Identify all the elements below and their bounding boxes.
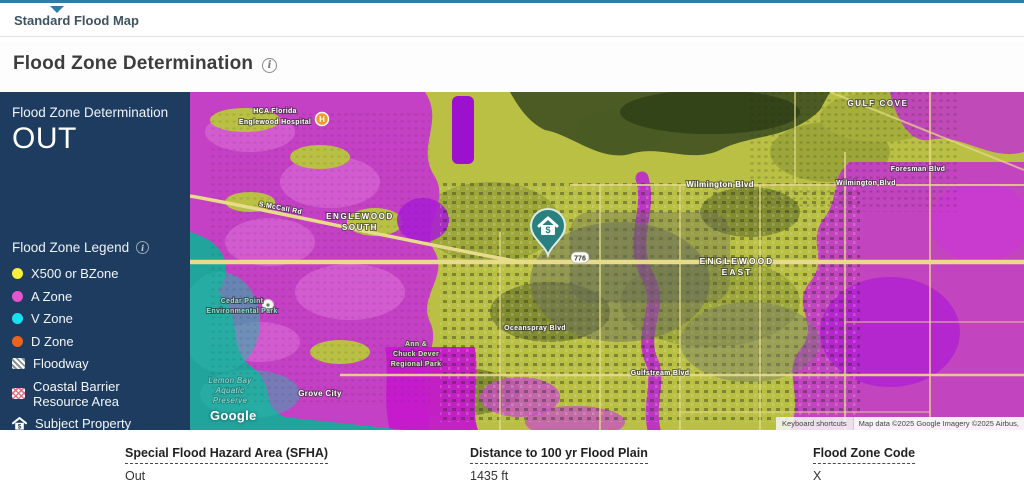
legend-item-label: V Zone (31, 311, 73, 326)
legend-item-x500: X500 or BZone (12, 266, 178, 281)
map-label: Englewood Hospital (239, 119, 311, 126)
map-data-attribution: Map data ©2025 Google Imagery ©2025 Airb… (853, 417, 1024, 430)
field-value: Out (125, 469, 146, 483)
d-zone-swatch (12, 335, 23, 347)
header-info-icon[interactable]: i (262, 58, 277, 73)
a-zone-swatch (12, 290, 23, 302)
map-label: Ann & (405, 341, 427, 348)
svg-text:$: $ (18, 423, 22, 430)
legend-item-v-zone: V Zone (12, 311, 178, 326)
legend-item-d-zone: D Zone (12, 334, 178, 349)
field-label[interactable]: Distance to 100 yr Flood Plain (470, 446, 648, 464)
legend-item-label: A Zone (31, 288, 73, 304)
map-label: Aquatic (215, 386, 245, 395)
keyboard-shortcuts-link[interactable]: Keyboard shortcuts (776, 417, 854, 430)
page-title: Flood Zone Determination (13, 53, 254, 74)
flood-map-canvas[interactable]: 776 H $ HCA Florida Englewood Hospital E… (190, 92, 1024, 430)
legend-item-label: Floodway (33, 356, 89, 371)
map-label: ENGLEWOOD (700, 256, 775, 266)
svg-text:776: 776 (574, 256, 586, 263)
route-shield-776: 776 (570, 251, 590, 264)
legend-item-label: Subject Property (35, 416, 132, 431)
legend-item-label: Coastal Barrier Resource Area (33, 378, 120, 409)
legend-item-label: X500 or BZone (31, 266, 119, 281)
hospital-marker-icon: H (314, 111, 330, 127)
map-art: 776 H $ HCA Florida Englewood Hospital E… (190, 92, 1024, 430)
summary-fields: Special Flood Hazard Area (SFHA) Out Dis… (0, 430, 1024, 497)
map-label: GULF COVE (847, 99, 908, 108)
map-label: HCA Florida (253, 108, 297, 115)
map-label: Gulfstream Blvd (631, 370, 690, 377)
svg-text:H: H (319, 115, 325, 124)
field-sfha: Special Flood Hazard Area (SFHA) Out (125, 444, 329, 483)
tab-bar: Standard Flood Map (0, 0, 1024, 37)
map-label: Oceanspray Blvd (504, 325, 566, 332)
determination-title: Flood Zone Determination (12, 105, 169, 120)
determination-panel: Flood Zone Determination OUT Flood Zone … (0, 92, 190, 431)
section-header: Flood Zone Determination i (0, 41, 1024, 92)
legend-item-subject-property: $ Subject Property (12, 416, 178, 431)
floodway-hatch-swatch (12, 358, 25, 369)
map-attribution: Keyboard shortcuts Map data ©2025 Google… (776, 417, 1024, 430)
flood-map-page: Standard Flood Map Flood Zone Determinat… (0, 0, 1024, 497)
map-label: Foresman Blvd (891, 166, 945, 173)
map-label: SOUTH (342, 223, 378, 232)
field-label[interactable]: Flood Zone Code (813, 446, 916, 464)
map-label: Preserve (213, 396, 248, 405)
map-label: Lemon Bay (208, 376, 252, 385)
field-value: X (813, 469, 822, 483)
svg-text:$: $ (545, 225, 550, 235)
map-label: Wilmington Blvd (686, 180, 754, 189)
x500-zone-swatch (12, 268, 23, 279)
map-label: Environmental Park (206, 308, 277, 315)
tab-standard-flood-map[interactable]: Standard Flood Map (14, 13, 139, 28)
subject-property-house-icon: $ (12, 417, 27, 430)
legend-item-coastal-barrier: Coastal Barrier Resource Area (12, 379, 178, 409)
active-tab-caret (50, 6, 64, 13)
legend-item-label: D Zone (31, 333, 74, 349)
flood-zone-legend: X500 or BZone A Zone V Zone D Zone Flood… (12, 266, 178, 431)
field-distance: Distance to 100 yr Flood Plain 1435 ft (470, 444, 648, 483)
field-zone-code: Flood Zone Code X (813, 444, 916, 483)
legend-info-icon[interactable]: i (136, 241, 150, 254)
field-label[interactable]: Special Flood Hazard Area (SFHA) (125, 446, 329, 464)
legend-item-a-zone: A Zone (12, 289, 178, 304)
map-label: ENGLEWOOD (326, 212, 394, 221)
map-label: Grove City (298, 389, 342, 398)
map-label: Regional Park (391, 361, 442, 368)
coastal-barrier-hatch-swatch (12, 388, 25, 399)
map-label: Wilmington Blvd (836, 180, 896, 187)
google-logo: Google (210, 408, 257, 423)
map-label: Chuck Dever (393, 351, 439, 358)
legend-title: Flood Zone Legend (12, 240, 130, 255)
determination-result: OUT (12, 122, 77, 155)
map-label: Cedar Point (221, 298, 264, 305)
map-label: EAST (722, 267, 753, 277)
legend-item-floodway: Floodway (12, 356, 178, 371)
field-value: 1435 ft (470, 469, 509, 483)
v-zone-swatch (12, 313, 23, 324)
